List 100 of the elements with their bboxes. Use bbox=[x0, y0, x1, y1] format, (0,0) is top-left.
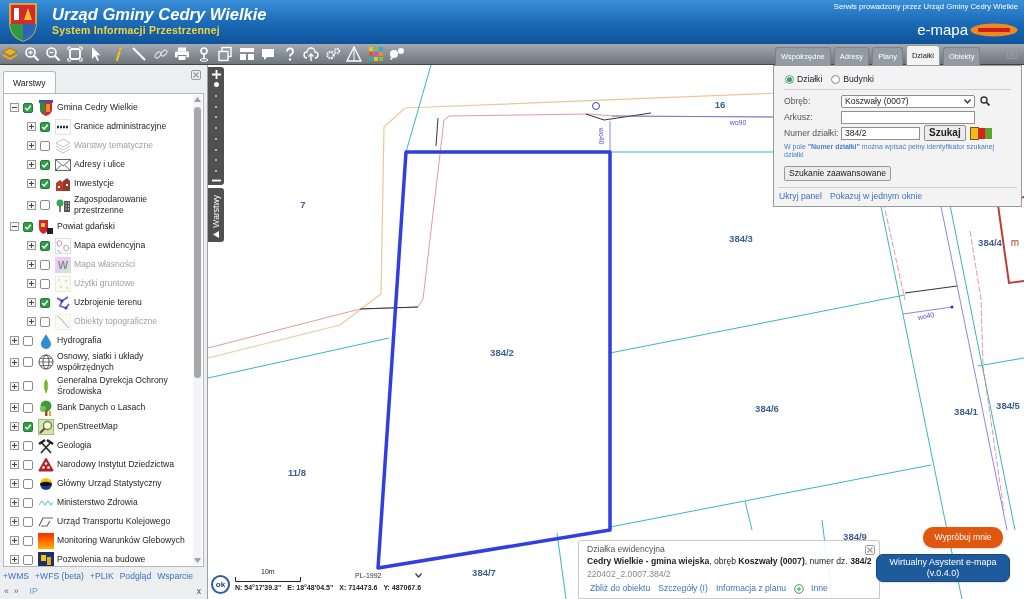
popup-link[interactable]: Szczegóły (I) bbox=[658, 583, 708, 594]
panel-link[interactable]: +WFS (beta) bbox=[35, 570, 84, 582]
plus-circle-icon[interactable] bbox=[794, 583, 805, 594]
gears-icon[interactable] bbox=[324, 46, 341, 62]
expand-icon[interactable] bbox=[10, 381, 19, 391]
ok-button[interactable]: ok bbox=[211, 575, 230, 594]
search-button[interactable]: Szukaj bbox=[924, 125, 966, 141]
zoom-in-icon[interactable] bbox=[23, 46, 40, 62]
close-link[interactable]: x bbox=[196, 586, 201, 597]
checkbox[interactable] bbox=[23, 357, 33, 367]
checkbox[interactable] bbox=[40, 121, 50, 132]
checkbox[interactable] bbox=[23, 478, 33, 489]
layer-name[interactable]: Pozwolenia na budowe bbox=[57, 554, 191, 565]
chat-bubbles-icon[interactable] bbox=[389, 46, 405, 62]
expand-icon[interactable] bbox=[27, 122, 36, 131]
zoom-in-icon[interactable] bbox=[211, 70, 221, 79]
expand-icon[interactable] bbox=[10, 479, 19, 488]
checkbox[interactable] bbox=[23, 440, 33, 451]
print-icon[interactable] bbox=[174, 46, 190, 62]
popup-link[interactable]: Zbliż do obiektu bbox=[590, 583, 651, 594]
text-field[interactable] bbox=[841, 110, 975, 124]
layers-icon[interactable] bbox=[2, 46, 18, 62]
layer-name[interactable]: Mapa ewidencyjna bbox=[74, 240, 191, 251]
layers-side-tab[interactable]: Warstwy bbox=[208, 188, 224, 242]
expand-icon[interactable] bbox=[27, 200, 36, 210]
expand-icon[interactable] bbox=[10, 498, 19, 507]
expand-icon[interactable] bbox=[10, 555, 19, 564]
collapse-icon[interactable] bbox=[10, 103, 19, 112]
radio-label[interactable]: Budynki bbox=[843, 73, 874, 85]
checkbox[interactable] bbox=[23, 516, 33, 527]
layer-name[interactable]: Monitoring Warunków Glebowych bbox=[57, 535, 191, 546]
color-grid-icon[interactable] bbox=[367, 46, 384, 62]
scrollbar-track[interactable] bbox=[193, 95, 202, 565]
checkbox[interactable] bbox=[23, 221, 33, 232]
expand-icon[interactable] bbox=[10, 536, 19, 545]
layer-name[interactable]: Bank Danych o Lasach bbox=[57, 402, 191, 413]
panel-link[interactable]: +PLIK bbox=[90, 570, 114, 582]
panel-link[interactable]: Wsparcie bbox=[157, 570, 193, 582]
checkbox[interactable] bbox=[23, 421, 33, 432]
checkbox[interactable] bbox=[23, 102, 33, 113]
scroll-down-icon[interactable] bbox=[194, 558, 201, 563]
layer-name[interactable]: Zagospodarowanie przestrzenne bbox=[74, 194, 191, 216]
expand-icon[interactable] bbox=[27, 160, 36, 169]
expand-icon[interactable] bbox=[10, 403, 19, 412]
checkbox[interactable] bbox=[40, 178, 50, 189]
panel-link[interactable]: Pokazuj w jednym oknie bbox=[830, 191, 923, 202]
layers-tab[interactable]: Warstwy bbox=[3, 71, 56, 94]
zoom-extent-icon[interactable] bbox=[66, 46, 83, 62]
layer-name[interactable]: Osnowy, siatki i układy współrzędnych bbox=[57, 351, 191, 373]
triangle-icon[interactable] bbox=[346, 46, 362, 62]
checkbox[interactable] bbox=[23, 402, 33, 413]
zoom-out-icon[interactable] bbox=[211, 179, 221, 182]
layer-name[interactable]: Powiat gdański bbox=[57, 221, 191, 232]
close-icon[interactable] bbox=[865, 545, 875, 555]
checkbox[interactable] bbox=[40, 297, 50, 308]
color-swatch[interactable] bbox=[984, 127, 992, 139]
popup-link[interactable]: Informacja z planu bbox=[715, 583, 787, 594]
checkbox[interactable] bbox=[40, 240, 50, 251]
expand-icon[interactable] bbox=[10, 422, 19, 431]
expand-icon[interactable] bbox=[27, 241, 36, 250]
checkbox[interactable] bbox=[23, 497, 33, 508]
speech-bubble-icon[interactable] bbox=[260, 46, 276, 62]
scroll-up-icon[interactable] bbox=[194, 97, 201, 102]
panel-link[interactable]: Podgląd bbox=[119, 570, 152, 582]
search-icon[interactable] bbox=[980, 96, 990, 106]
zoom-out-icon[interactable] bbox=[45, 46, 61, 62]
expand-icon[interactable] bbox=[10, 460, 19, 469]
chain-link-icon[interactable] bbox=[152, 46, 169, 62]
expand-icon[interactable] bbox=[10, 441, 19, 450]
expand-icon[interactable] bbox=[27, 298, 36, 307]
expand-icon[interactable] bbox=[10, 517, 19, 526]
panel-link[interactable]: Ukryj panel bbox=[779, 191, 822, 202]
expand-icon[interactable] bbox=[27, 179, 36, 188]
popup-link[interactable]: Inne bbox=[811, 583, 828, 594]
layer-name[interactable]: Urząd Transportu Kolejowego bbox=[57, 516, 191, 527]
layer-name[interactable]: Gmina Cedry Wielkie bbox=[57, 102, 191, 113]
try-assistant-button[interactable]: Wypróbuj mnie bbox=[923, 527, 1003, 548]
checkbox[interactable] bbox=[23, 335, 33, 346]
ruler-line-icon[interactable] bbox=[131, 46, 147, 62]
checkbox[interactable] bbox=[40, 159, 50, 170]
expand-icon[interactable] bbox=[10, 357, 19, 367]
checkbox[interactable] bbox=[23, 535, 33, 546]
panel-link[interactable]: +WMS bbox=[3, 570, 30, 582]
layer-name[interactable]: Główny Urząd Statystyczny bbox=[57, 478, 191, 489]
layer-name[interactable]: Hydrografia bbox=[57, 335, 191, 346]
layer-name[interactable]: Generalna Dyrekcja Ochrony Środowiska bbox=[57, 375, 191, 397]
layer-name[interactable]: Adresy i ulice bbox=[74, 159, 191, 170]
radio-button[interactable] bbox=[831, 74, 841, 84]
checkbox[interactable] bbox=[23, 459, 33, 470]
assistant-launch-button[interactable]: Wirtualny Asystent e-mapa (v.0.4.0) bbox=[876, 554, 1010, 582]
layer-name[interactable]: Ministerstwo Zdrowia bbox=[57, 497, 191, 508]
color-swatch[interactable] bbox=[977, 127, 985, 139]
layer-name[interactable]: OpenStreetMap bbox=[57, 421, 191, 432]
text-field[interactable]: 384/2 bbox=[841, 126, 920, 140]
color-swatch[interactable] bbox=[970, 127, 978, 139]
pager-link[interactable]: » bbox=[13, 586, 19, 597]
layer-name[interactable]: Narodowy Instytut Dziedzictwa bbox=[57, 459, 191, 470]
layer-name[interactable]: Geologia bbox=[57, 440, 191, 451]
radio-button[interactable] bbox=[785, 74, 794, 84]
pager-link[interactable]: « bbox=[4, 586, 9, 597]
